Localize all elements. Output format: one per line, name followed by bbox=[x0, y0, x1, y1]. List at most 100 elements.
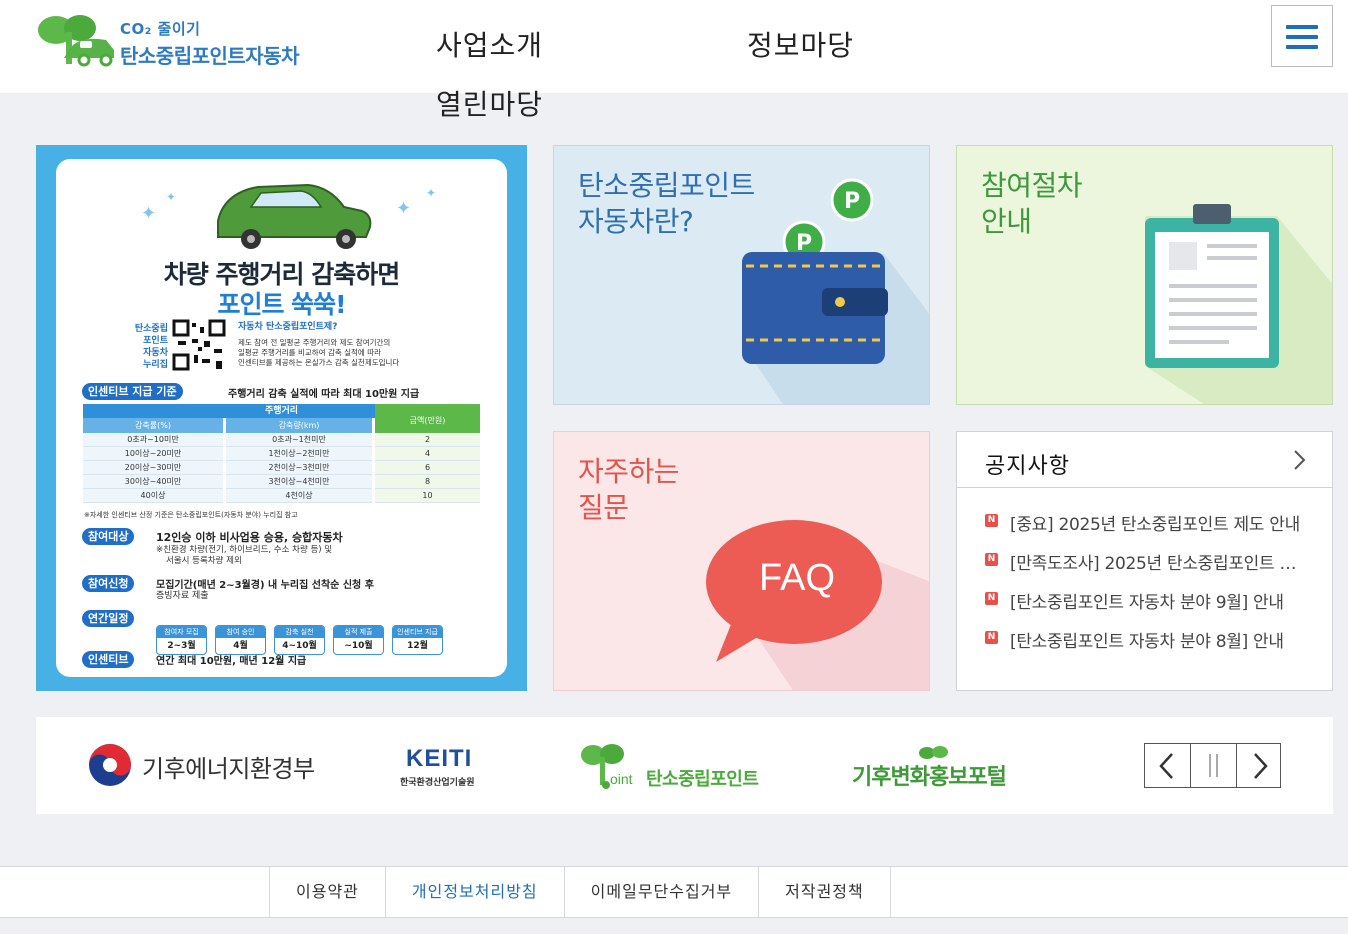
table-cell: 40이상 bbox=[83, 489, 223, 503]
footer-link-terms[interactable]: 이용약관 bbox=[270, 867, 386, 917]
clipboard-icon bbox=[1145, 204, 1332, 404]
wallet-icon: P P bbox=[742, 178, 929, 404]
footer-link-privacy[interactable]: 개인정보처리방침 bbox=[386, 867, 565, 917]
notice-item[interactable]: N [만족도조사] 2025년 탄소중립포인트 자동차 분야 bbox=[985, 549, 1315, 588]
new-badge: N bbox=[985, 514, 998, 527]
menu-bar-icon bbox=[1286, 45, 1318, 49]
notice-item[interactable]: N [탄소중립포인트 자동차 분야 8월] 안내 bbox=[985, 627, 1315, 666]
speech-bubble-icon bbox=[706, 520, 929, 690]
qr-caption-line: 누리집 bbox=[143, 360, 168, 370]
incentive-table: 주행거리 감축률(%) 0초과~10미만 10이상~20미만 20이상~30미만… bbox=[83, 404, 480, 503]
poster-intro-line: 인센티브를 제공하는 온실가스 감축 실천제도입니다 bbox=[238, 358, 400, 367]
step-head: 실적 제출 bbox=[334, 626, 383, 638]
step-head: 참여자 모집 bbox=[157, 626, 206, 638]
faq-bubble-label: FAQ bbox=[758, 557, 836, 599]
table-column-rate: 감축률(%) 0초과~10미만 10이상~20미만 20이상~30미만 30이상… bbox=[83, 418, 223, 503]
qr-caption: 탄소중립 포인트 자동차 누리집 bbox=[118, 323, 168, 371]
notice-title: 공지사항 bbox=[985, 454, 1070, 479]
footer-link-email-refusal[interactable]: 이메일무단수집거부 bbox=[565, 867, 760, 917]
tile-about-car-program[interactable]: 탄소중립포인트 자동차란? P P bbox=[553, 145, 930, 405]
climate-portal-name: 기후변화홍보포털 bbox=[852, 765, 1007, 790]
incentive-criteria-text: 주행거리 감축 실적에 따라 최대 10만원 지급 bbox=[228, 389, 420, 400]
partner-keiti-link[interactable]: KEITI 한국환경산업기술원 bbox=[400, 745, 490, 789]
nav-info-corner[interactable]: 정보마당 bbox=[747, 24, 854, 64]
partner-banner-strip: 기후에너지환경부 KEITI 한국환경산업기술원 oint 탄소중립포인트 기후… bbox=[36, 717, 1333, 814]
notice-item[interactable]: N [중요] 2025년 탄소중립포인트 제도 안내 bbox=[985, 510, 1315, 549]
green-car-icon: ✦ ✦ ✦ ✦ bbox=[141, 183, 436, 249]
table-cell: 1천이상~2천미만 bbox=[226, 447, 372, 461]
table-cell: 8 bbox=[375, 475, 480, 489]
table-cell: 30이상~40미만 bbox=[83, 475, 223, 489]
table-cell: 10이상~20미만 bbox=[83, 447, 223, 461]
partner-ministry-link[interactable]: 기후에너지환경부 bbox=[88, 741, 328, 789]
tile-faq[interactable]: 자주하는 질문 FAQ bbox=[553, 431, 930, 691]
hamburger-menu-button[interactable] bbox=[1271, 5, 1333, 67]
schedule-step: 참여 승인 4월 bbox=[215, 625, 266, 655]
notice-item-title[interactable]: [탄소중립포인트 자동차 분야 9월] 안내 bbox=[1010, 588, 1310, 613]
schedule-step: 실적 제출 ~10월 bbox=[333, 625, 384, 655]
step-value: 12월 bbox=[407, 641, 428, 651]
point-logo-name: 탄소중립포인트 bbox=[646, 769, 759, 790]
partner-climate-portal-link[interactable]: 기후변화홍보포털 bbox=[852, 743, 1032, 791]
schedule-step: 참여자 모집 2~3월 bbox=[156, 625, 207, 655]
partner-point-link[interactable]: oint 탄소중립포인트 bbox=[580, 741, 770, 791]
svg-text:✦: ✦ bbox=[426, 186, 436, 200]
table-cell: 3천이상~4천미만 bbox=[226, 475, 372, 489]
notice-list: N [중요] 2025년 탄소중립포인트 제도 안내 N [만족도조사] 202… bbox=[985, 510, 1315, 666]
notice-item-title[interactable]: [중요] 2025년 탄소중립포인트 제도 안내 bbox=[1010, 510, 1310, 535]
footer-link-copyright[interactable]: 저작권정책 bbox=[759, 867, 891, 917]
notice-header: 공지사항 bbox=[957, 432, 1332, 488]
chevron-right-icon[interactable] bbox=[1287, 448, 1311, 472]
logo-subtitle: CO₂ 줄이기 bbox=[120, 20, 201, 38]
table-cell: 0초과~1천미만 bbox=[226, 433, 372, 447]
qr-caption-line: 포인트 bbox=[143, 336, 168, 346]
menu-bar-icon bbox=[1286, 25, 1318, 29]
qr-caption-line: 자동차 bbox=[143, 348, 168, 358]
chevron-left-icon bbox=[1159, 753, 1173, 779]
table-column-header: 감축량(km) bbox=[226, 418, 372, 433]
nav-open-corner[interactable]: 열린마당 bbox=[436, 83, 543, 123]
table-cell: 10 bbox=[375, 489, 480, 503]
step-head: 감축 실천 bbox=[275, 626, 324, 638]
schedule-steps: 참여자 모집 2~3월 참여 승인 4월 감축 실천 4~10월 실적 제출 ~10월 … bbox=[156, 625, 443, 655]
apply-pill: 참여신청 bbox=[82, 575, 135, 592]
reward-text: 연간 최대 10만원, 매년 12월 지급 bbox=[156, 656, 307, 667]
notice-item[interactable]: N [탄소중립포인트 자동차 분야 9월] 안내 bbox=[985, 588, 1315, 627]
qr-code-icon[interactable] bbox=[172, 319, 226, 371]
notice-panel: 공지사항 N [중요] 2025년 탄소중립포인트 제도 안내 N [만족도조사… bbox=[956, 431, 1333, 691]
nav-business-intro[interactable]: 사업소개 bbox=[436, 24, 543, 64]
tile-participation-guide[interactable]: 참여절차 안내 bbox=[956, 145, 1333, 405]
notice-item-title[interactable]: [만족도조사] 2025년 탄소중립포인트 자동차 분야 bbox=[1010, 549, 1310, 574]
slider-next-button[interactable] bbox=[1237, 744, 1282, 787]
schedule-pill: 연간일정 bbox=[82, 610, 135, 627]
qr-caption-line: 탄소중립 bbox=[134, 324, 168, 334]
target-text: 12인승 이하 비사업용 승용, 승합자동차 bbox=[156, 531, 343, 544]
pause-icon bbox=[1209, 754, 1218, 777]
table-cell: 6 bbox=[375, 461, 480, 475]
site-logo[interactable]: CO₂ 줄이기 탄소중립포인트자동차 bbox=[36, 10, 326, 70]
step-value: ~10월 bbox=[344, 641, 373, 651]
site-footer: 이용약관 개인정보처리방침 이메일무단수집거부 저작권정책 bbox=[0, 866, 1348, 918]
promo-poster-banner[interactable]: ✦ ✦ ✦ ✦ 차량 주행거리 감축하면 포인트 쑥쑥! 탄소중립 포인트 자동… bbox=[36, 145, 527, 691]
slider-pause-button[interactable] bbox=[1191, 744, 1237, 787]
apply-sub: 증빙자료 제출 bbox=[156, 591, 209, 601]
table-cell: 20이상~30미만 bbox=[83, 461, 223, 475]
point-logo-prefix: oint bbox=[610, 771, 633, 787]
footer-links: 이용약관 개인정보처리방침 이메일무단수집거부 저작권정책 bbox=[269, 867, 891, 917]
new-badge: N bbox=[985, 592, 998, 605]
table-cell: 4천이상 bbox=[226, 489, 372, 503]
notice-item-title[interactable]: [탄소중립포인트 자동차 분야 8월] 안내 bbox=[1010, 627, 1310, 652]
poster-headline-accent: 포인트 쑥쑥! bbox=[217, 290, 346, 319]
keiti-subtitle: 한국환경산업기술원 bbox=[400, 778, 475, 788]
target-sub: 서울시 등록차량 제외 bbox=[166, 556, 242, 566]
table-column-amount-km: 감축량(km) 0초과~1천미만 1천이상~2천미만 2천이상~3천미만 3천이… bbox=[226, 418, 372, 503]
taegeuk-logo-icon bbox=[89, 744, 131, 786]
svg-text:✦: ✦ bbox=[166, 190, 176, 204]
table-column-header: 감축률(%) bbox=[83, 418, 223, 433]
step-head: 인센티브 지급 bbox=[393, 626, 442, 638]
schedule-step: 감축 실천 4~10월 bbox=[274, 625, 325, 655]
slider-prev-button[interactable] bbox=[1145, 744, 1191, 787]
table-cell: 4 bbox=[375, 447, 480, 461]
site-header: CO₂ 줄이기 탄소중립포인트자동차 사업소개 정보마당 bbox=[0, 0, 1348, 93]
menu-bar-icon bbox=[1286, 35, 1318, 39]
